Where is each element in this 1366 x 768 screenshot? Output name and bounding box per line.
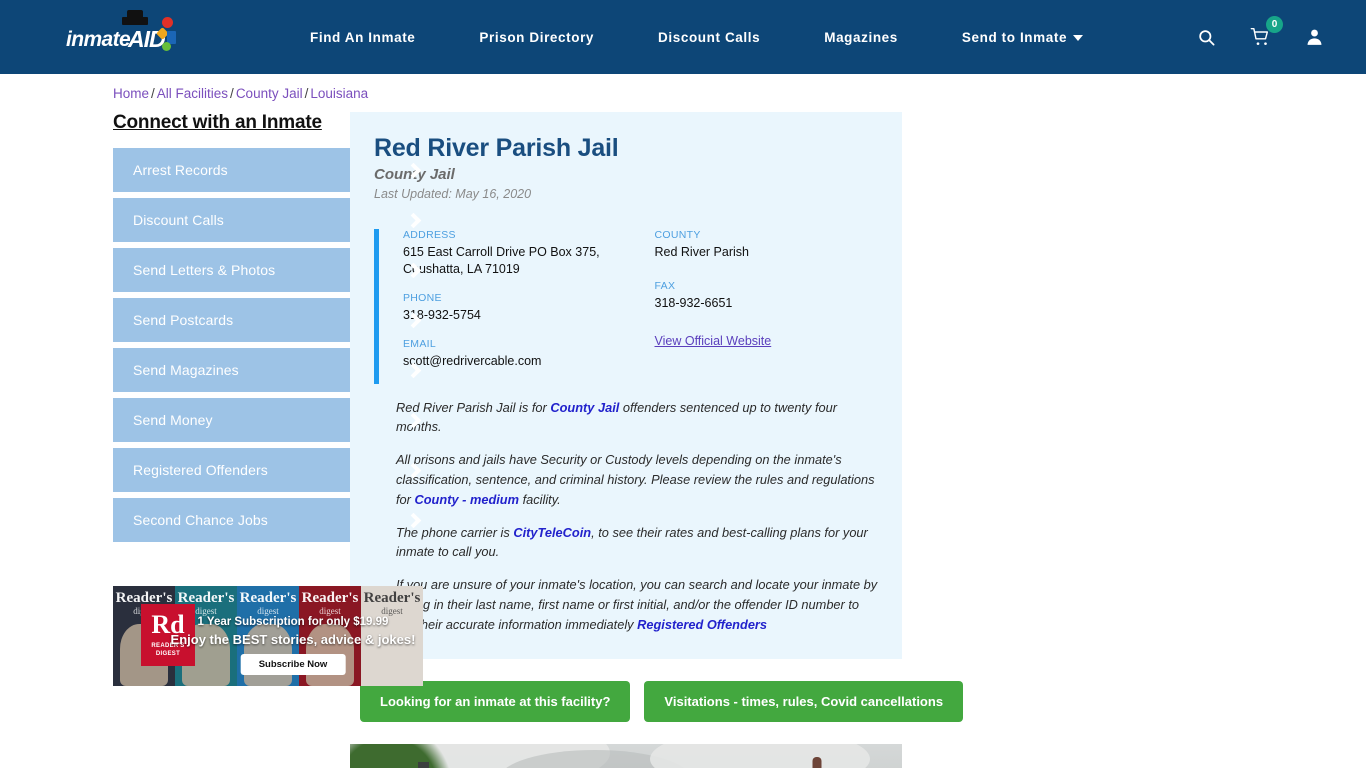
facility-type: County Jail [374, 166, 455, 183]
link-registered-offenders[interactable]: Registered Offenders [637, 617, 767, 632]
looking-for-inmate-button[interactable]: Looking for an inmate at this facility? [360, 680, 631, 722]
logo-dot-green-icon [162, 42, 171, 51]
nav-item-send-to-inmate[interactable]: Send to Inmate [930, 30, 1115, 45]
page-title: Red River Parish Jail [374, 134, 619, 162]
ad-cover-title: Reader's [363, 590, 421, 606]
visitations-info-button[interactable]: Visitations - times, rules, Covid cancel… [644, 680, 964, 722]
advertisement-banner-readers-digest[interactable]: Reader's digest Reader's digest Reader's… [113, 586, 423, 686]
inmateaid-logo-graphic: inmate AID [66, 10, 190, 59]
nav-label: Magazines [824, 29, 898, 45]
address-label: ADDRESS [403, 229, 456, 241]
cloud-shape [650, 743, 870, 768]
ad-cover-title: Reader's [239, 590, 297, 606]
top-navigation-bar: inmate AID Find An Inmate Prison Directo… [0, 0, 1366, 74]
address-value: 615 East Carroll Drive PO Box 375, Coush… [403, 244, 641, 278]
official-website-group: View Official Website [655, 332, 879, 350]
nav-label: Find An Inmate [310, 29, 416, 45]
nav-label: Discount Calls [658, 29, 761, 45]
fax-label: FAX [654, 279, 676, 292]
description-paragraph-2: All prisons and jails have Security or C… [396, 450, 878, 509]
nav-item-prison-directory[interactable]: Prison Directory [447, 30, 626, 45]
ad-subscribe-button[interactable]: Subscribe Now [240, 654, 346, 675]
search-icon[interactable] [1194, 24, 1218, 50]
nav-item-discount-calls[interactable]: Discount Calls [626, 30, 792, 45]
desc-text: Red River Parish Jail is for [396, 399, 551, 415]
street-lamp-shape [418, 761, 429, 768]
link-county-medium[interactable]: County - medium [415, 492, 520, 507]
phone-value: 318-932-5754 [403, 307, 481, 322]
tree-shape [350, 743, 460, 768]
ad-cover-subtitle: digest [319, 606, 341, 616]
fax-value: 318-932-6651 [654, 295, 733, 310]
main-menu: Find An Inmate Prison Directory Discount… [196, 30, 1194, 45]
page-body: Home / All Facilities / County Jail / Louisian… [0, 74, 1366, 768]
user-account-icon[interactable] [1302, 24, 1326, 50]
view-official-website-link[interactable]: View Official Website [655, 334, 772, 348]
link-county-jail[interactable]: County Jail [550, 400, 619, 415]
shopping-cart-icon[interactable]: 0 [1248, 16, 1283, 50]
last-updated-text: Last Updated: May 16, 2020 [374, 187, 532, 201]
logo-dot-red-icon [162, 17, 173, 28]
email-group: EMAIL scott@redrivercable.com [403, 338, 641, 370]
facility-photo [350, 743, 902, 768]
contact-column-right: COUNTY Red River Parish FAX 318-932-6651… [641, 229, 879, 384]
description-paragraph-1: Red River Parish Jail is for County Jail… [396, 398, 878, 438]
nav-label: Send to Inmate [961, 29, 1068, 45]
description-paragraph-4: If you are unsure of your inmate's locat… [396, 575, 878, 634]
phone-group: PHONE 318-932-5754 [403, 292, 641, 324]
breadcrumb-item-home[interactable]: Home [113, 86, 149, 101]
nav-label: Prison Directory [479, 29, 595, 45]
description-paragraph-3: The phone carrier is CityTeleCoin, to se… [396, 523, 878, 563]
cart-count-badge: 0 [1266, 16, 1283, 33]
main-content: Red River Parish Jail County Jail Last U… [350, 112, 964, 768]
nav-icon-group: 0 [1194, 16, 1342, 50]
email-label: EMAIL [403, 337, 437, 350]
breadcrumb-item-all-facilities[interactable]: All Facilities [157, 86, 228, 101]
breadcrumb-item-county-jail[interactable]: County Jail [236, 86, 303, 101]
address-line-1: 615 East Carroll Drive PO Box 375, [403, 245, 600, 259]
breadcrumb: Home / All Facilities / County Jail / Louisian… [113, 86, 368, 101]
facility-description: Red River Parish Jail is for County Jail… [374, 398, 878, 635]
site-logo[interactable]: inmate AID [66, 10, 196, 59]
breadcrumb-separator: / [230, 86, 234, 101]
top-hat-icon [122, 10, 148, 25]
county-value: Red River Parish [654, 245, 749, 259]
logo-word-inmate: inmate [66, 28, 131, 51]
ad-cover-subtitle: digest [257, 606, 279, 616]
nav-item-find-an-inmate[interactable]: Find An Inmate [278, 30, 447, 45]
ad-cover-title: Reader's [301, 590, 359, 606]
address-group: ADDRESS 615 East Carroll Drive PO Box 37… [403, 229, 641, 278]
breadcrumb-item-louisiana[interactable]: Louisiana [310, 86, 368, 101]
sidebar-heading: Connect with an Inmate [113, 112, 322, 133]
sidebar: Connect with an Inmate Arrest Records Di… [0, 112, 435, 768]
county-group: COUNTY Red River Parish [655, 229, 879, 261]
ad-headline: 1 Year Subscription for only $19.99 [197, 616, 389, 628]
chevron-down-icon [1073, 34, 1084, 41]
fax-group: FAX 318-932-6651 [655, 280, 879, 312]
email-value: scott@redrivercable.com [403, 353, 542, 368]
contact-details-block: ADDRESS 615 East Carroll Drive PO Box 37… [374, 229, 878, 384]
breadcrumb-separator: / [151, 86, 155, 101]
content-wrapper: Connect with an Inmate Arrest Records Di… [0, 74, 1366, 768]
desc-text: facility. [519, 491, 561, 507]
ad-subheadline: Enjoy the BEST stories, advice & jokes! [170, 632, 416, 647]
phone-label: PHONE [403, 291, 442, 304]
ad-cover-subtitle: digest [381, 606, 403, 616]
contact-column-left: ADDRESS 615 East Carroll Drive PO Box 37… [403, 229, 641, 384]
county-label: COUNTY [654, 229, 701, 241]
nav-item-magazines[interactable]: Magazines [792, 30, 930, 45]
facility-info-card: Red River Parish Jail County Jail Last U… [350, 112, 902, 659]
link-citytelecoin[interactable]: CityTeleCoin [513, 525, 591, 540]
action-button-row: Looking for an inmate at this facility? … [350, 680, 964, 722]
